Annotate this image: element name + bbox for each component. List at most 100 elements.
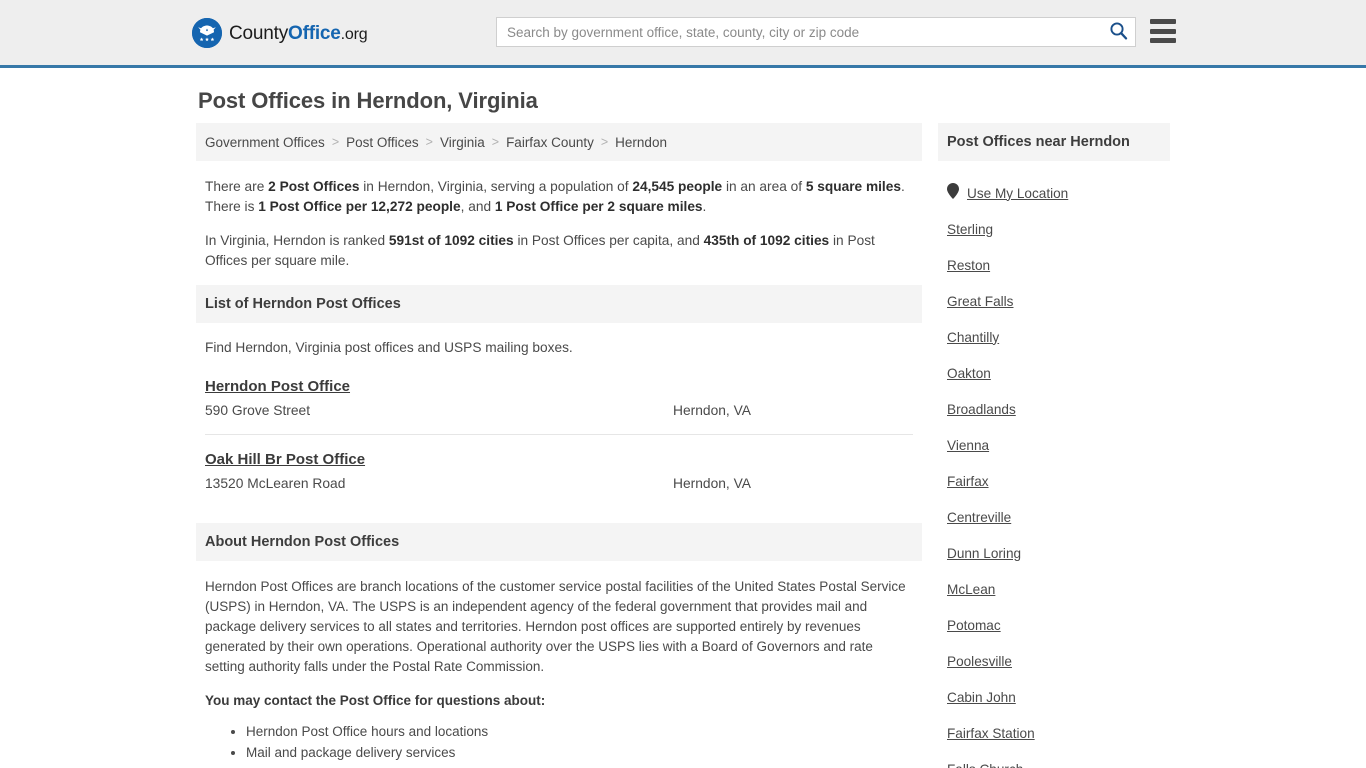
site-logo-text: CountyOffice.org [229,22,368,44]
sidebar-links: Use My Location Sterling Reston Great Fa… [938,161,1170,768]
ranking-text: In Virginia, Herndon is ranked [205,233,389,248]
breadcrumb-separator: > [491,135,500,149]
sidebar-link[interactable]: Cabin John [947,690,1016,705]
stats-text: There are [205,179,269,194]
use-my-location-link[interactable]: Use My Location [967,186,1068,201]
hamburger-bar-1 [1150,19,1176,24]
sidebar-link[interactable]: Oakton [947,366,991,381]
sidebar-link[interactable]: Fairfax [947,474,989,489]
hamburger-bar-2 [1150,28,1176,34]
sidebar-link[interactable]: Chantilly [947,330,999,345]
contact-topics-list: Herndon Post Office hours and locations … [205,721,913,768]
breadcrumb-item-government-offices[interactable]: Government Offices [205,135,325,150]
stats-text: , and [460,199,495,214]
search-button[interactable] [1101,18,1135,46]
logo-word-office: Office [288,22,341,44]
stats-text: in Herndon, Virginia, serving a populati… [359,179,633,194]
sidebar-item-mclean[interactable]: McLean [947,571,1161,607]
sidebar-item-falls-church[interactable]: Falls Church [947,751,1161,768]
map-pin-icon [947,182,959,204]
sidebar-item-centreville[interactable]: Centreville [947,499,1161,535]
countyoffice-eagle-icon [192,18,222,48]
office-name-link[interactable]: Oak Hill Br Post Office [205,451,365,468]
sidebar-link[interactable]: Dunn Loring [947,546,1021,561]
stats-population: 24,545 people [632,179,723,194]
sidebar-item-fairfax[interactable]: Fairfax [947,463,1161,499]
sidebar-item-dunn-loring[interactable]: Dunn Loring [947,535,1161,571]
stats-per-capita: 1 Post Office per 12,272 people [258,199,461,214]
sidebar-item-poolesville[interactable]: Poolesville [947,643,1161,679]
sidebar: Post Offices near Herndon Use My Locatio… [938,123,1170,768]
sidebar-link[interactable]: Reston [947,258,990,273]
site-logo[interactable]: CountyOffice.org [192,18,368,48]
breadcrumb-separator: > [600,135,609,149]
office-detail-line: 590 Grove Street Herndon, VA [205,403,913,418]
breadcrumb-item-virginia[interactable]: Virginia [440,135,485,150]
sidebar-item-use-my-location[interactable]: Use My Location [947,175,1161,211]
sidebar-link[interactable]: Falls Church [947,762,1023,768]
ranking-per-sq-mile: 435th of 1092 cities [703,233,830,248]
sidebar-link[interactable]: Potomac [947,618,1001,633]
stats-post-office-count: 2 Post Offices [268,179,360,194]
sidebar-link[interactable]: Vienna [947,438,989,453]
section-header-about: About Herndon Post Offices [196,523,922,561]
stats-paragraph: There are 2 Post Offices in Herndon, Vir… [205,177,913,217]
search-icon [1109,21,1128,43]
sidebar-link[interactable]: Fairfax Station [947,726,1035,741]
stats-per-sq-mile: 1 Post Office per 2 square miles [494,199,703,214]
sidebar-item-chantilly[interactable]: Chantilly [947,319,1161,355]
sidebar-link[interactable]: Centreville [947,510,1011,525]
table-row: Oak Hill Br Post Office 13520 McLearen R… [205,451,913,507]
hamburger-menu-icon[interactable] [1150,19,1176,43]
site-header: CountyOffice.org [0,0,1366,68]
office-name-link[interactable]: Herndon Post Office [205,378,350,395]
breadcrumb-item-herndon[interactable]: Herndon [615,135,667,150]
ranking-text: in Post Offices per capita, and [513,233,704,248]
contact-lead: You may contact the Post Office for ques… [205,693,546,708]
sidebar-item-broadlands[interactable]: Broadlands [947,391,1161,427]
office-address: 590 Grove Street [205,403,311,418]
table-row: Herndon Post Office 590 Grove Street Her… [205,378,913,435]
office-address: 13520 McLearen Road [205,476,346,491]
sidebar-link[interactable]: McLean [947,582,995,597]
ranking-per-capita: 591st of 1092 cities [388,233,514,248]
sidebar-link[interactable]: Sterling [947,222,993,237]
sidebar-heading: Post Offices near Herndon [938,123,1170,161]
intro-stats: There are 2 Post Offices in Herndon, Vir… [196,161,922,271]
stats-text: . [702,199,707,214]
office-detail-line: 13520 McLearen Road Herndon, VA [205,476,913,491]
sidebar-item-fairfax-station[interactable]: Fairfax Station [947,715,1161,751]
list-item: Mail and package delivery services [246,742,913,763]
logo-word-org: .org [340,25,368,43]
sidebar-link[interactable]: Great Falls [947,294,1013,309]
breadcrumb-item-fairfax-county[interactable]: Fairfax County [506,135,594,150]
stats-text: in an area of [722,179,806,194]
main-column: Government Offices > Post Offices > Virg… [196,123,922,768]
search-bar[interactable] [496,17,1136,47]
sidebar-item-sterling[interactable]: Sterling [947,211,1161,247]
sidebar-item-cabin-john[interactable]: Cabin John [947,679,1161,715]
breadcrumb-item-post-offices[interactable]: Post Offices [346,135,419,150]
office-city-state: Herndon, VA [673,403,751,418]
sidebar-link[interactable]: Broadlands [947,402,1016,417]
logo-word-county: County [229,22,289,44]
sidebar-item-reston[interactable]: Reston [947,247,1161,283]
ranking-paragraph: In Virginia, Herndon is ranked 591st of … [205,231,913,271]
list-item: Herndon Post Office hours and locations [246,721,913,742]
search-input[interactable] [497,18,1101,46]
section-header-list: List of Herndon Post Offices [196,285,922,323]
sidebar-item-vienna[interactable]: Vienna [947,427,1161,463]
sidebar-item-great-falls[interactable]: Great Falls [947,283,1161,319]
hamburger-bar-3 [1150,38,1176,43]
breadcrumb-separator: > [425,135,433,149]
header-inner: CountyOffice.org [0,0,1366,65]
list-section-body: Find Herndon, Virginia post offices and … [196,323,922,507]
breadcrumb: Government Offices > Post Offices > Virg… [196,123,922,161]
stats-area: 5 square miles [805,179,901,194]
sidebar-item-potomac[interactable]: Potomac [947,607,1161,643]
about-paragraph: Herndon Post Offices are branch location… [205,579,906,674]
sidebar-link[interactable]: Poolesville [947,654,1012,669]
office-city-state: Herndon, VA [673,476,751,491]
list-section-lead: Find Herndon, Virginia post offices and … [205,340,573,355]
sidebar-item-oakton[interactable]: Oakton [947,355,1161,391]
